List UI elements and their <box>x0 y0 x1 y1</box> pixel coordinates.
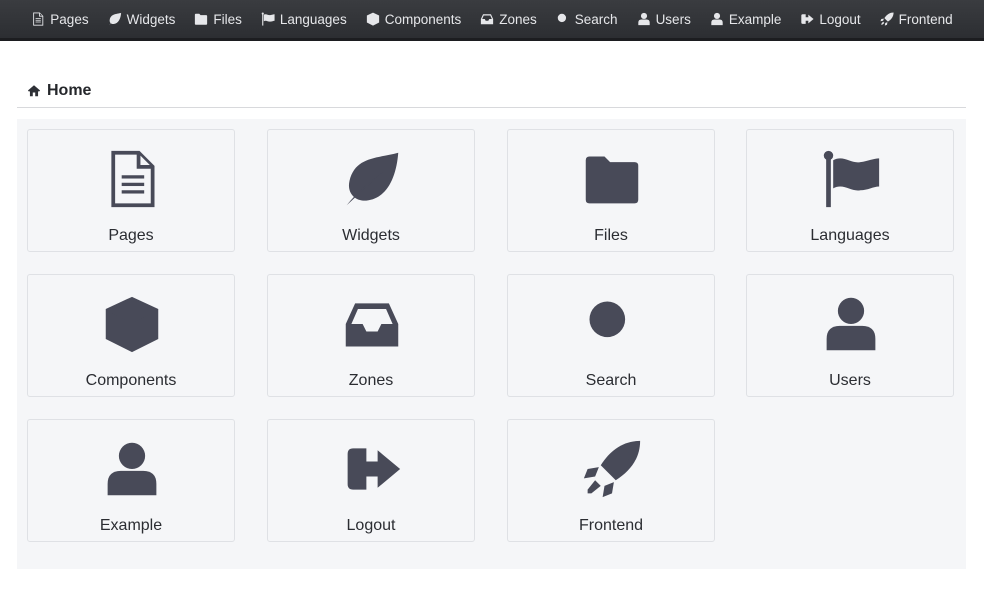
nav-logout-label: Logout <box>819 11 861 27</box>
cube-icon <box>102 292 162 356</box>
nav-example-label: Example <box>728 11 782 27</box>
nav-languages-label: Languages <box>279 11 347 27</box>
nav-logout[interactable]: Logout <box>800 11 861 27</box>
tile-components-label: Components <box>85 372 177 389</box>
search-icon <box>582 292 642 356</box>
tile-components[interactable]: Components <box>27 274 235 397</box>
tile-search-label: Search <box>585 372 637 389</box>
tile-logout-label: Logout <box>346 517 396 534</box>
user-icon <box>637 12 651 26</box>
tile-example[interactable]: Example <box>27 419 235 542</box>
nav-frontend-label: Frontend <box>898 11 953 27</box>
tile-logout[interactable]: Logout <box>267 419 475 542</box>
nav-users-label: Users <box>655 11 691 27</box>
tile-widgets[interactable]: Widgets <box>267 129 475 252</box>
tile-files[interactable]: Files <box>507 129 715 252</box>
flag-icon <box>821 147 881 211</box>
dashboard-panel: Pages Widgets Files Languages Components… <box>17 119 966 569</box>
tile-languages[interactable]: Languages <box>746 129 954 252</box>
nav-components-label: Components <box>384 11 462 27</box>
inbox-icon <box>480 12 494 26</box>
nav-users[interactable]: Users <box>637 12 691 27</box>
nav-zones[interactable]: Zones <box>480 12 537 27</box>
tile-languages-label: Languages <box>810 227 890 244</box>
tile-zones[interactable]: Zones <box>267 274 475 397</box>
breadcrumb: Home <box>17 78 966 108</box>
user-icon <box>710 12 724 26</box>
nav-frontend[interactable]: Frontend <box>880 12 953 27</box>
tile-zones-label: Zones <box>348 372 394 389</box>
user-icon <box>102 437 162 501</box>
nav-example[interactable]: Example <box>710 11 782 27</box>
tile-pages[interactable]: Pages <box>27 129 235 252</box>
top-nav: Pages Widgets Files Languages Components… <box>0 0 984 41</box>
nav-widgets-label: Widgets <box>126 11 176 27</box>
search-icon <box>556 12 570 26</box>
sign-out-icon <box>800 12 814 26</box>
nav-pages[interactable]: Pages <box>31 11 89 27</box>
nav-components[interactable]: Components <box>366 11 462 27</box>
nav-files-label: Files <box>213 11 242 27</box>
nav-search[interactable]: Search <box>556 12 618 27</box>
page-title[interactable]: Home <box>47 82 91 100</box>
user-icon <box>821 292 881 356</box>
nav-search-label: Search <box>574 11 618 27</box>
leaf-icon <box>108 12 122 26</box>
nav-languages[interactable]: Languages <box>261 12 347 27</box>
flag-icon <box>261 12 275 26</box>
file-icon <box>102 147 162 211</box>
file-icon <box>31 12 45 26</box>
rocket-icon <box>880 12 894 26</box>
tile-example-label: Example <box>99 517 163 534</box>
cube-icon <box>366 12 380 26</box>
tile-search[interactable]: Search <box>507 274 715 397</box>
rocket-icon <box>582 437 642 501</box>
tile-files-label: Files <box>594 227 628 244</box>
nav-zones-label: Zones <box>499 11 537 27</box>
home-icon <box>27 84 41 97</box>
inbox-icon <box>342 292 402 356</box>
folder-icon <box>582 147 642 211</box>
sign-out-icon <box>342 437 402 501</box>
nav-pages-label: Pages <box>50 11 89 27</box>
tile-frontend[interactable]: Frontend <box>507 419 715 542</box>
tile-frontend-label: Frontend <box>578 517 644 534</box>
leaf-icon <box>342 147 402 211</box>
folder-icon <box>194 12 208 26</box>
tile-users[interactable]: Users <box>746 274 954 397</box>
tile-widgets-label: Widgets <box>342 227 400 244</box>
tile-users-label: Users <box>829 372 871 389</box>
nav-widgets[interactable]: Widgets <box>108 11 176 27</box>
nav-files[interactable]: Files <box>194 12 242 27</box>
tile-pages-label: Pages <box>108 227 154 244</box>
